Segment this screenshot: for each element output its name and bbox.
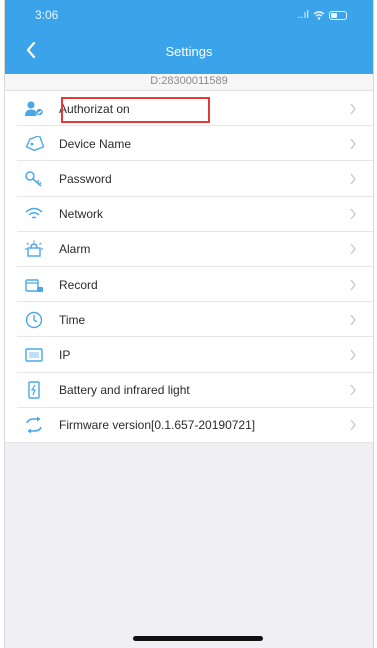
chevron-right-icon [350, 208, 356, 220]
settings-item-firmware[interactable]: Firmware version[0.1.657-20190721] [5, 408, 373, 444]
record-icon [23, 274, 45, 296]
chevron-right-icon [350, 349, 356, 361]
page-title: Settings [165, 44, 213, 59]
key-icon [23, 168, 45, 190]
settings-item-label: Network [59, 207, 104, 222]
chevron-right-icon [350, 138, 356, 150]
chevron-right-icon [350, 173, 356, 185]
settings-item-label: Firmware version[0.1.657-20190721] [59, 418, 256, 433]
alarm-icon [23, 238, 45, 260]
settings-item-network[interactable]: Network [5, 197, 373, 232]
settings-item-label: Alarm [59, 242, 91, 257]
chevron-right-icon [350, 384, 356, 396]
ip-icon [23, 344, 45, 366]
device-id: D:28300011589 [5, 74, 373, 90]
settings-item-time[interactable]: Time [5, 302, 373, 338]
settings-item-device-name[interactable]: Device Name [5, 126, 373, 162]
settings-item-label: Time [59, 312, 86, 327]
chevron-right-icon [350, 419, 356, 431]
settings-item-alarm[interactable]: Alarm [5, 232, 373, 268]
clock-icon [23, 309, 45, 331]
settings-item-label: Device Name [59, 136, 132, 151]
chevron-right-icon [350, 314, 356, 326]
status-time: 3:06 [35, 8, 59, 22]
settings-item-ip[interactable]: IP [5, 337, 373, 373]
settings-item-label: Battery and infrared light [59, 383, 190, 398]
user-auth-icon [23, 98, 45, 120]
nav-header: 3:06 ..ıl Settings [5, 0, 373, 74]
settings-item-label: IP [59, 347, 71, 362]
settings-item-password[interactable]: Password [5, 161, 373, 197]
settings-item-record[interactable]: Record [5, 267, 373, 303]
signal-icon: ..ıl [297, 9, 309, 21]
settings-item-label: Record [59, 277, 98, 292]
settings-item-battery[interactable]: Battery and infrared light [5, 373, 373, 408]
status-icons: ..ıl [297, 9, 347, 21]
settings-item-label: Authorizat on [59, 101, 130, 116]
settings-item-label: Password [59, 171, 112, 186]
refresh-icon [23, 414, 45, 436]
chevron-right-icon [350, 103, 356, 114]
home-indicator[interactable] [133, 636, 263, 641]
chevron-right-icon [350, 243, 356, 255]
battery-status-icon [329, 10, 347, 20]
wifi-status-icon [313, 10, 325, 20]
settings-item-authorization[interactable]: Authorizat on [5, 91, 373, 127]
chevron-right-icon [350, 279, 356, 290]
app-screen: 3:06 ..ıl Settings D:28300011589 Authori… [4, 0, 374, 648]
battery-icon [23, 379, 45, 401]
tag-icon [23, 133, 45, 155]
settings-list: Authorizat on Device Name Password Netwo… [5, 90, 373, 444]
wifi-icon [23, 203, 45, 225]
